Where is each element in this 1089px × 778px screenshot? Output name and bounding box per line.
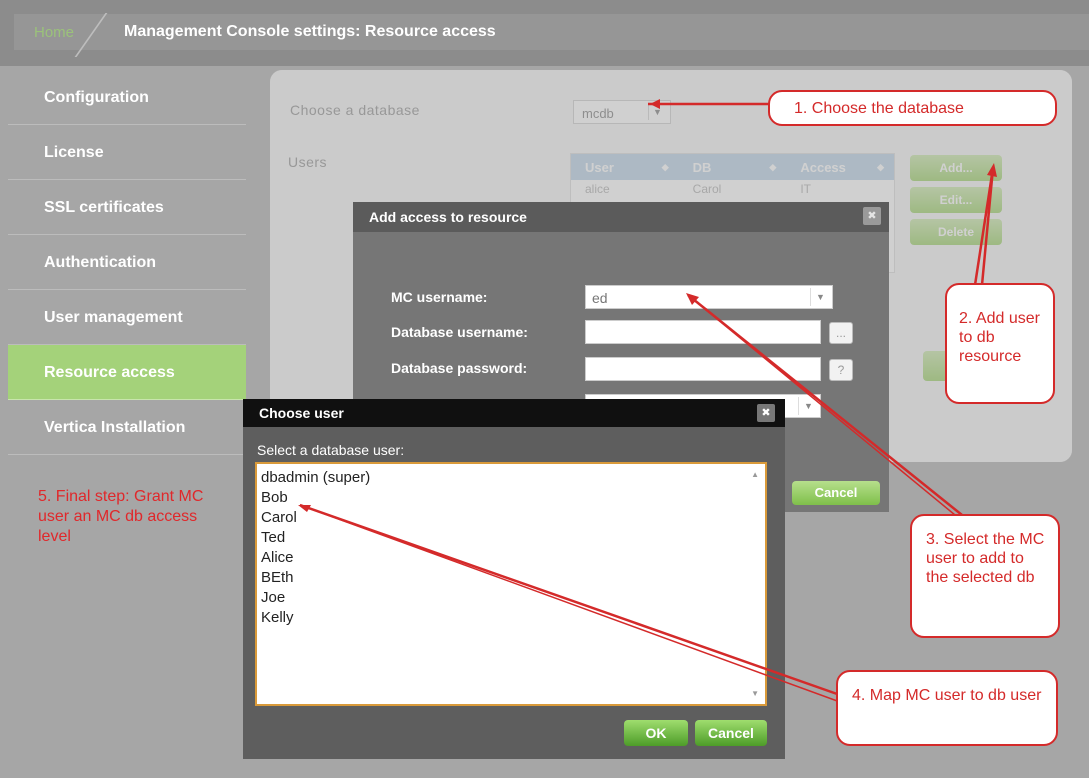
- callout-step1: 1. Choose the database: [768, 90, 1057, 126]
- callout-step2: 2. Add user to db resource: [945, 283, 1055, 404]
- arrow-step4-b: [299, 504, 841, 703]
- callout-step3: 3. Select the MC user to add to the sele…: [910, 514, 1060, 638]
- arrow-step3-b: [687, 294, 956, 516]
- arrowhead-step1: [650, 99, 660, 109]
- arrow-step4-a: [299, 503, 841, 697]
- callout-step4: 4. Map MC user to db user: [836, 670, 1058, 746]
- arrowhead-step2: [987, 163, 997, 177]
